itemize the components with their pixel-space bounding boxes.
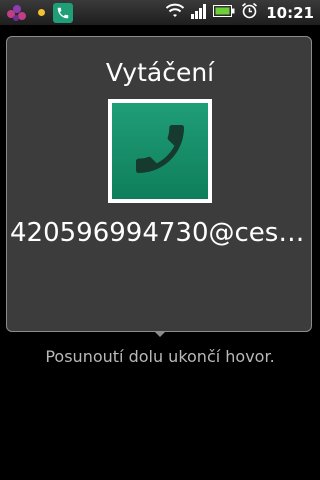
clock: 10:21 [266,3,314,22]
end-call-hint: Posunoutí dolu ukončí hovor. [45,347,275,366]
contact-photo [108,99,212,203]
phone-handset-icon [128,117,192,185]
call-status-title: Vytáčení [105,58,215,87]
multi-notification-icon [6,3,28,23]
battery-icon [213,3,235,22]
phone-call-notification-icon [53,2,73,23]
orange-dot-icon [38,9,45,16]
alarm-icon [241,2,258,23]
status-bar-notifications [6,2,73,23]
signal-icon [191,3,207,23]
status-bar: 10:21 [0,0,320,25]
status-bar-system: 10:21 [159,2,314,23]
card-pointer-arrow [154,331,166,337]
wifi-icon [165,3,185,23]
dialed-number: 420596994730@cesnet.cz [10,218,310,248]
